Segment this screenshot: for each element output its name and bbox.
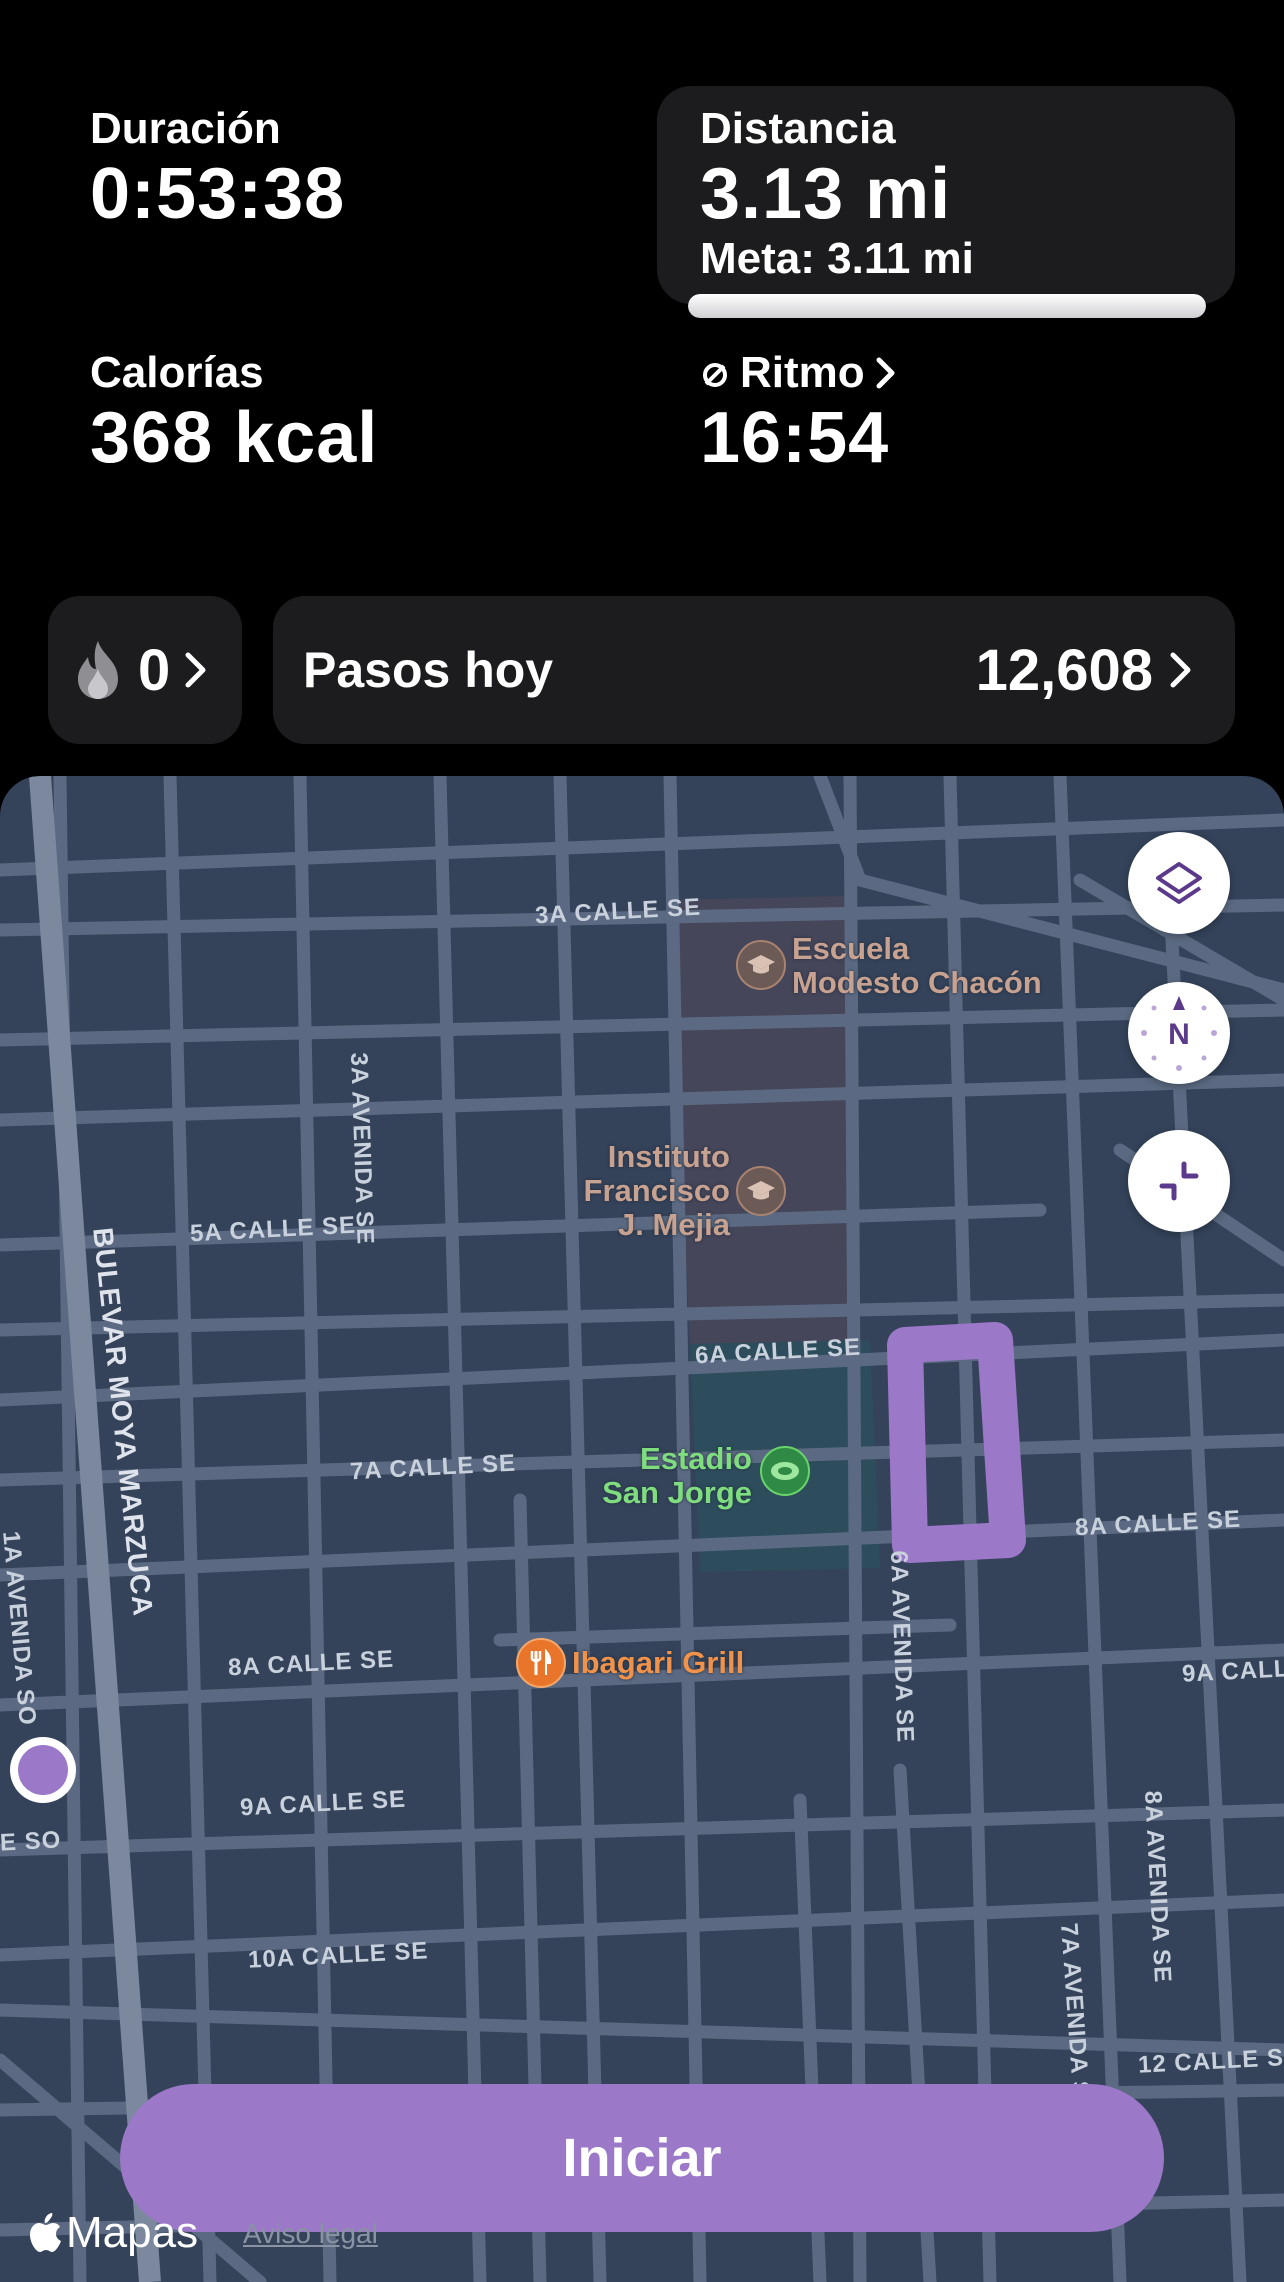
stadium-icon[interactable]: [760, 1446, 810, 1496]
distance-value: 3.13 mi: [700, 154, 952, 234]
chevron-right-icon: [876, 357, 895, 389]
start-button[interactable]: Iniciar: [120, 2084, 1164, 2232]
layers-icon: [1156, 862, 1202, 904]
calories-stat: Calorías 368 kcal: [90, 348, 378, 478]
poi-line: Modesto Chacón: [792, 965, 1042, 1000]
steps-today-button[interactable]: Pasos hoy 12,608: [273, 596, 1235, 744]
poi-line: J. Mejia: [618, 1207, 730, 1242]
distance-goal: Meta: 3.11 mi: [700, 234, 974, 283]
collapse-map-button[interactable]: [1128, 1130, 1230, 1232]
school-icon[interactable]: [736, 940, 786, 990]
pace-value: 16:54: [700, 398, 890, 478]
duration-label: Duración: [90, 104, 281, 153]
duration-stat: Duración 0:53:38: [90, 104, 345, 234]
calories-label: Calorías: [90, 348, 264, 397]
streak-value: 0: [138, 637, 171, 703]
street-label: 9A CALL: [1181, 1655, 1284, 1688]
calories-value: 368 kcal: [90, 398, 379, 478]
compass-north-label: N: [1168, 1018, 1190, 1051]
pace-stat[interactable]: Ritmo 16:54: [700, 348, 897, 478]
compass-icon: N: [1141, 996, 1217, 1071]
map-layers-button[interactable]: [1128, 832, 1230, 934]
distance-goal-progress-bar: [688, 294, 1206, 318]
restaurant-icon[interactable]: [516, 1638, 566, 1688]
distance-label: Distancia: [700, 104, 896, 153]
poi-label-estadio: Estadio San Jorge: [580, 1442, 752, 1510]
flame-icon: [78, 641, 118, 699]
chevron-right-icon: [1170, 652, 1191, 688]
collapse-icon: [1159, 1161, 1199, 1201]
school-icon[interactable]: [736, 1166, 786, 1216]
compass-button[interactable]: N: [1128, 982, 1230, 1084]
duration-value: 0:53:38: [90, 154, 346, 234]
user-location-dot: [10, 1737, 76, 1803]
poi-label-instituto: Instituto Francisco J. Mejia: [560, 1140, 730, 1242]
streak-button[interactable]: 0: [48, 596, 242, 744]
poi-line: Escuela: [792, 931, 910, 966]
maps-brand-text: Mapas: [66, 2208, 199, 2257]
poi-line: Francisco: [583, 1173, 730, 1208]
steps-label: Pasos hoy: [303, 642, 554, 698]
pace-label: Ritmo: [740, 348, 865, 397]
steps-value: 12,608: [975, 637, 1153, 703]
poi-line: Estadio: [640, 1441, 752, 1476]
poi-label-escuela: Escuela Modesto Chacón: [792, 932, 1042, 1000]
distance-card[interactable]: Distancia 3.13 mi Meta: 3.11 mi: [657, 86, 1235, 304]
poi-label-grill: Ibagari Grill: [572, 1645, 745, 1680]
average-pace-icon: [703, 363, 727, 387]
poi-line: Instituto: [607, 1139, 730, 1174]
apple-maps-logo: Mapas: [28, 2208, 198, 2258]
street-label: E SO: [0, 1826, 62, 1857]
route-map[interactable]: 3A CALLE SE 5A CALLE SE 6A CALLE SE 7A C…: [0, 776, 1284, 2282]
chevron-right-icon: [185, 652, 206, 688]
legal-notice-link[interactable]: Aviso legal: [243, 2218, 378, 2250]
apple-logo-icon: [30, 2213, 61, 2252]
poi-line: San Jorge: [602, 1475, 752, 1510]
